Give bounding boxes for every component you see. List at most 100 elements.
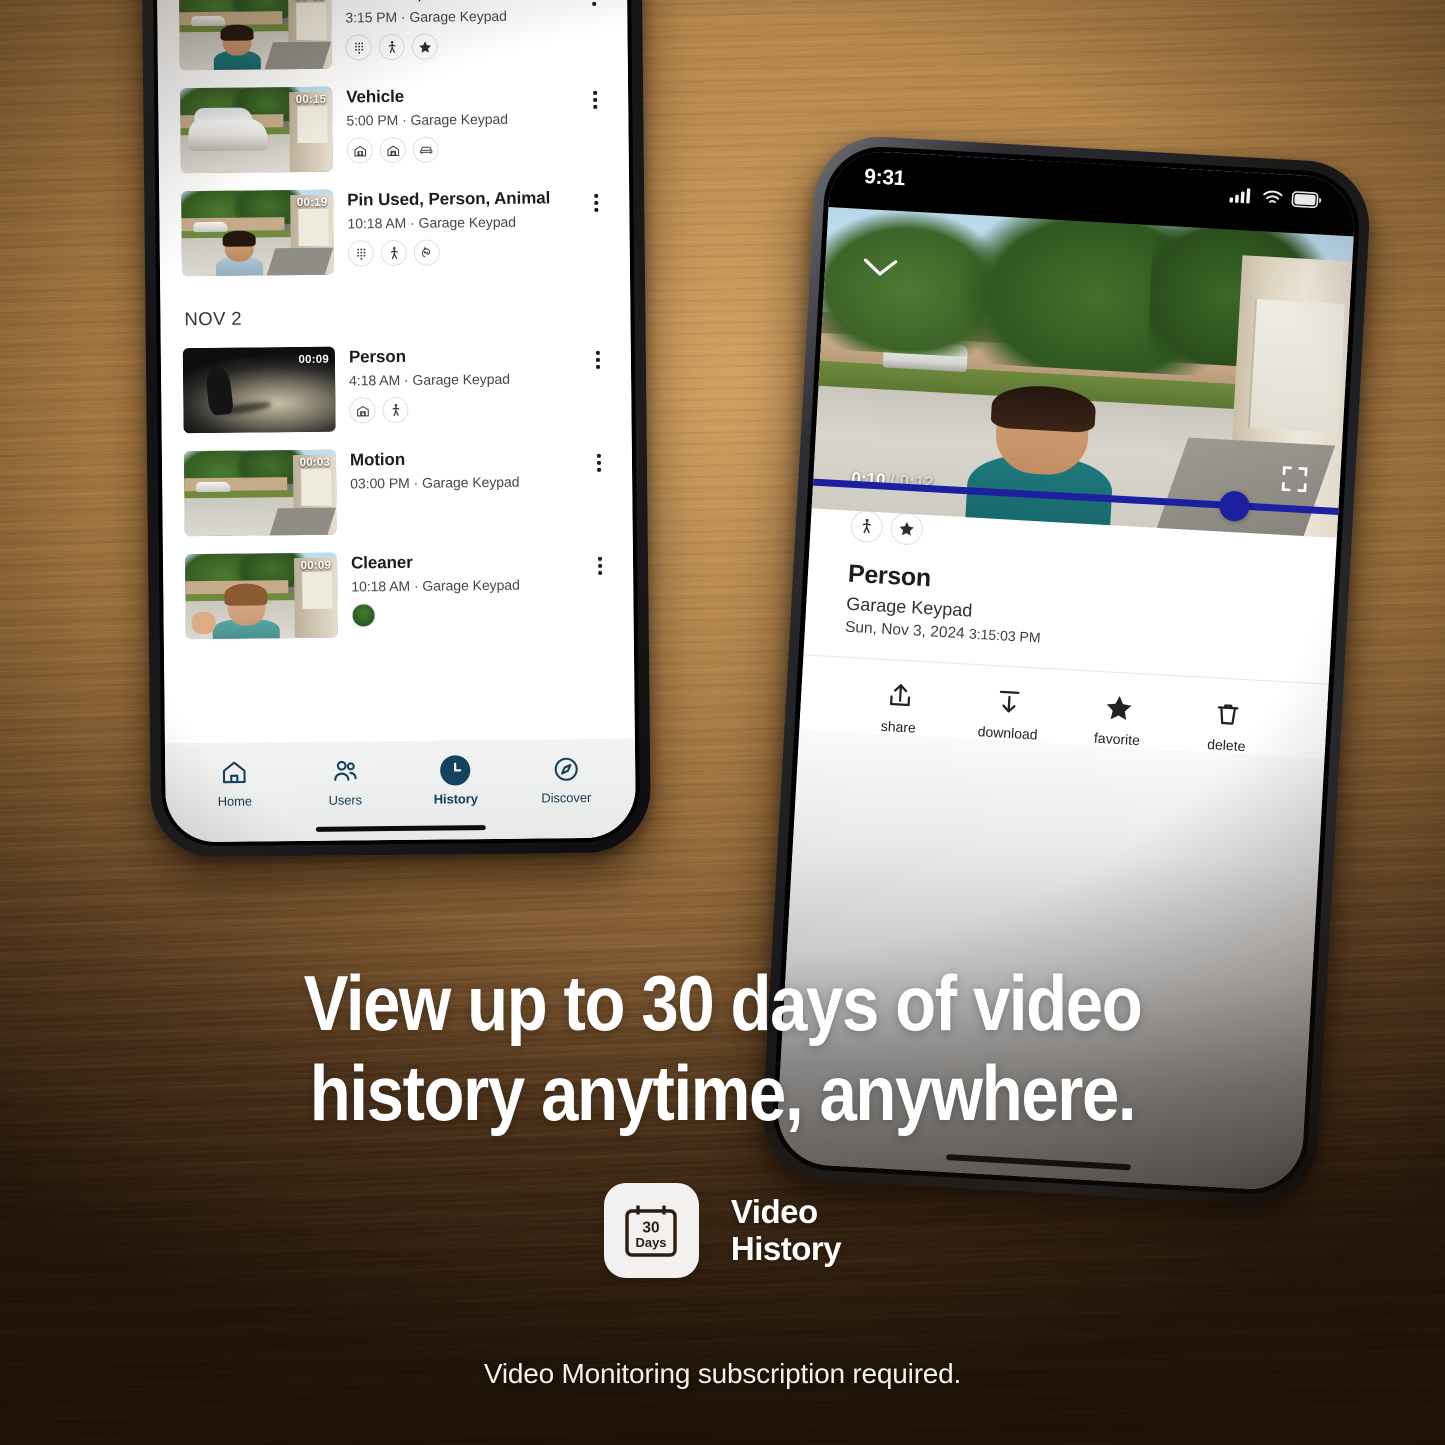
history-list[interactable]: NOV 3 00:12 Pin Used, P [156,0,636,843]
person-icon[interactable] [849,509,884,544]
action-label: favorite [1093,729,1141,749]
event-time: 3:15 PM [345,9,398,26]
calendar-30-days-icon: 30 Days [603,1183,699,1278]
event-thumbnail[interactable]: 00:09 [182,346,336,434]
event-more-button[interactable] [585,187,607,217]
event-subtitle: 03:00 PM · Garage Keypad [350,474,574,492]
event-duration: 00:09 [300,559,332,573]
garage-close-icon[interactable] [379,137,406,164]
badge-title-line-2: History [730,1229,842,1267]
person-icon[interactable] [378,34,405,61]
left-phone-bezel: NOV 3 00:12 Pin Used, P [152,0,640,847]
event-title: Vehicle [346,86,405,107]
event-chip-group [345,33,570,61]
event-row[interactable]: 00:12 Pin Used, Person 3:15 PM · Garage … [178,0,606,80]
badge-unit: Days [636,1235,667,1250]
detail-time: 3:15:03 PM [968,625,1041,646]
event-separator: · [401,112,407,129]
keypad-icon[interactable] [347,240,374,267]
event-subtitle: 10:18 AM · Garage Keypad [351,577,575,595]
event-thumbnail[interactable]: 00:19 [181,189,335,277]
avatar[interactable] [351,603,376,628]
left-phone-screen: NOV 3 00:12 Pin Used, P [156,0,636,843]
event-device: Garage Keypad [410,111,509,129]
keypad-icon[interactable] [345,34,372,61]
download-button[interactable]: download [953,684,1065,744]
event-subtitle: 10:18 AM · Garage Keypad [347,214,571,232]
event-device: Garage Keypad [409,8,507,26]
event-duration: 00:12 [295,0,326,3]
chevron-down-icon[interactable] [860,255,900,286]
event-device: Garage Keypad [418,214,517,232]
event-time: 5:00 PM [346,112,399,129]
event-row[interactable]: 00:15 Vehicle 5:00 PM · Garage Keypad [180,76,607,183]
compass-icon [551,754,581,784]
favorite-button[interactable]: favorite [1062,690,1174,750]
event-thumbnail[interactable]: 00:03 [183,449,337,537]
event-separator: · [413,475,419,492]
battery-icon [1291,190,1322,213]
animal-icon[interactable] [413,239,440,267]
event-time: 10:18 AM [351,578,411,595]
badge-title: Video History [730,1193,842,1268]
action-label: delete [1206,736,1246,755]
event-row[interactable]: 00:09 Cleaner 10:18 AM · Garage Keypad [184,542,612,649]
delete-button[interactable]: delete [1171,696,1283,756]
event-duration: 00:19 [296,196,328,210]
event-chip-group [347,239,572,267]
event-separator: · [403,372,409,389]
detail-date: Sun, Nov 3, 2024 [844,618,966,643]
event-more-button[interactable] [587,344,609,374]
share-button[interactable]: share [843,678,955,738]
event-separator: · [410,215,415,232]
event-more-button[interactable] [588,447,610,477]
event-time: 4:18 AM [349,372,401,389]
headline-line-2: history anytime, anywhere. [309,1049,1137,1138]
headline-line-1: View up to 30 days of video [303,959,1143,1047]
person-icon[interactable] [380,240,407,267]
feature-badge: 30 Days Video History [0,1183,1445,1278]
event-duration: 00:03 [299,456,331,470]
event-more-button[interactable] [589,550,611,580]
download-icon [994,686,1026,718]
event-more-button[interactable] [583,0,605,11]
event-row[interactable]: 00:09 Person 4:18 AM · Garage Keypad [182,336,610,443]
headline: View up to 30 days of video history anyt… [101,964,1344,1138]
home-icon [219,758,249,788]
wifi-icon [1261,188,1284,211]
event-row[interactable]: 00:19 Pin Used, Person, Animal 10:18 AM … [181,179,608,286]
users-icon [330,756,360,786]
event-duration: 00:09 [298,353,329,367]
badge-number: 30 [643,1219,660,1236]
action-label: share [880,717,917,736]
event-title: Cleaner [350,552,413,573]
star-icon[interactable] [889,512,924,546]
share-icon [884,680,916,712]
action-label: download [977,723,1039,743]
garage-close-icon[interactable] [349,397,376,424]
star-icon [1103,692,1135,724]
tab-discover[interactable]: Discover [511,754,622,839]
tab-label: History [433,791,478,807]
event-chip-group [349,396,573,424]
event-duration: 00:15 [295,93,327,107]
star-icon[interactable] [411,33,438,61]
person-icon[interactable] [382,397,409,424]
event-chip-group [346,136,571,164]
tab-home[interactable]: Home [179,757,290,842]
garage-open-icon[interactable] [346,137,373,164]
event-time: 03:00 PM [350,475,410,492]
car-icon[interactable] [412,136,439,164]
event-thumbnail[interactable]: 00:15 [180,86,333,174]
trash-icon [1212,698,1244,730]
event-more-button[interactable] [584,84,606,114]
tab-label: Discover [541,789,592,806]
tab-label: Users [328,792,363,808]
event-row[interactable]: 00:03 Motion 03:00 PM · Garage Keypad [183,439,611,546]
event-time: 10:18 AM [347,215,407,232]
event-thumbnail[interactable]: 00:12 [178,0,332,71]
event-thumbnail[interactable]: 00:09 [184,552,338,640]
cellular-icon [1229,186,1254,209]
event-subtitle: 5:00 PM · Garage Keypad [346,111,570,129]
fullscreen-icon[interactable] [1277,462,1313,503]
